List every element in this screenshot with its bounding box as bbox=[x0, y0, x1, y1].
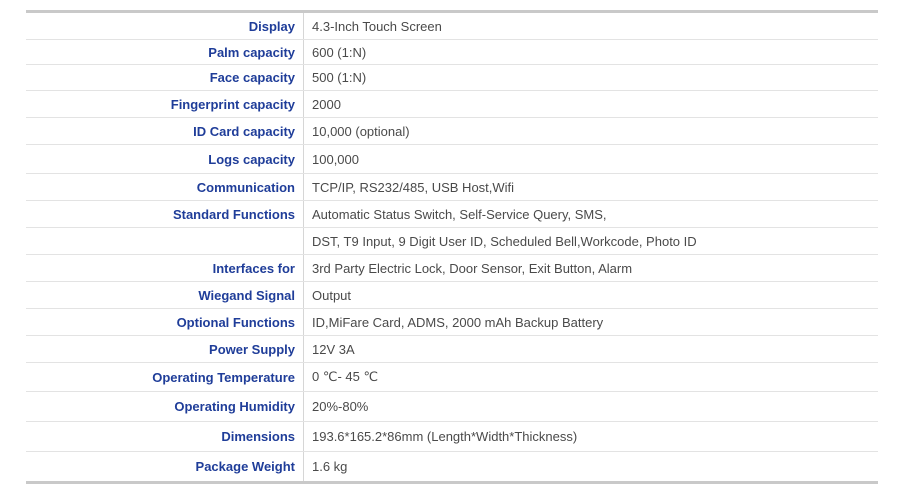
spec-label: Communication bbox=[26, 174, 304, 200]
spec-label: Interfaces for bbox=[26, 255, 304, 281]
spec-row-display: Display 4.3-Inch Touch Screen bbox=[26, 13, 878, 40]
spec-row-power-supply: Power Supply 12V 3A bbox=[26, 336, 878, 363]
spec-label: Standard Functions bbox=[26, 201, 304, 227]
spec-value: 100,000 bbox=[312, 151, 359, 167]
spec-row-wiegand-signal: Wiegand Signal Output bbox=[26, 282, 878, 309]
spec-label: Operating Humidity bbox=[26, 392, 304, 421]
spec-row-standard-functions-continued: DST, T9 Input, 9 Digit User ID, Schedule… bbox=[26, 228, 878, 255]
spec-value: 500 (1:N) bbox=[312, 70, 367, 85]
spec-row-dimensions: Dimensions 193.6*165.2*86mm (Length*Widt… bbox=[26, 422, 878, 452]
spec-label: Display bbox=[26, 13, 304, 39]
spec-row-id-card-capacity: ID Card capacity 10,000 (optional) bbox=[26, 118, 878, 145]
spec-row-fingerprint-capacity: Fingerprint capacity 2000 bbox=[26, 91, 878, 118]
spec-row-interfaces: Interfaces for 3rd Party Electric Lock, … bbox=[26, 255, 878, 282]
spec-value: TCP/IP, RS232/485, USB Host,Wifi bbox=[312, 179, 515, 195]
spec-label: Optional Functions bbox=[26, 309, 304, 335]
spec-row-optional-functions: Optional Functions ID,MiFare Card, ADMS,… bbox=[26, 309, 878, 336]
spec-label: Dimensions bbox=[26, 422, 304, 451]
spec-value: 600 (1:N) bbox=[312, 44, 367, 60]
spec-row-package-weight: Package Weight 1.6 kg bbox=[26, 452, 878, 481]
spec-value: 0 ℃- 45 ℃ bbox=[312, 369, 379, 384]
spec-row-logs-capacity: Logs capacity 100,000 bbox=[26, 145, 878, 174]
spec-row-communication: Communication TCP/IP, RS232/485, USB Hos… bbox=[26, 174, 878, 201]
spec-value: Automatic Status Switch, Self-Service Qu… bbox=[312, 206, 607, 222]
spec-value: 4.3-Inch Touch Screen bbox=[312, 18, 442, 34]
spec-label: Wiegand Signal bbox=[26, 282, 304, 308]
spec-value: 20%-80% bbox=[312, 399, 369, 414]
spec-row-operating-temperature: Operating Temperature 0 ℃- 45 ℃ bbox=[26, 363, 878, 392]
spec-label: Fingerprint capacity bbox=[26, 91, 304, 117]
spec-label: Operating Temperature bbox=[26, 363, 304, 391]
spec-label: Package Weight bbox=[26, 452, 304, 481]
spec-value: 2000 bbox=[312, 96, 341, 112]
spec-value: 12V 3A bbox=[312, 341, 355, 357]
spec-row-operating-humidity: Operating Humidity 20%-80% bbox=[26, 392, 878, 422]
spec-value: ID,MiFare Card, ADMS, 2000 mAh Backup Ba… bbox=[312, 314, 604, 330]
spec-label: ID Card capacity bbox=[26, 118, 304, 144]
spec-table: Display 4.3-Inch Touch Screen Palm capac… bbox=[26, 10, 878, 484]
spec-label: Logs capacity bbox=[26, 145, 304, 173]
spec-row-face-capacity: Face capacity 500 (1:N) bbox=[26, 65, 878, 91]
spec-label bbox=[26, 228, 304, 254]
spec-label: Palm capacity bbox=[26, 40, 304, 64]
spec-value: 1.6 kg bbox=[312, 459, 348, 474]
spec-value: 193.6*165.2*86mm (Length*Width*Thickness… bbox=[312, 429, 578, 444]
spec-value: 3rd Party Electric Lock, Door Sensor, Ex… bbox=[312, 260, 633, 276]
spec-label: Power Supply bbox=[26, 336, 304, 362]
spec-label: Face capacity bbox=[26, 65, 304, 90]
spec-value: 10,000 (optional) bbox=[312, 123, 410, 139]
spec-value: DST, T9 Input, 9 Digit User ID, Schedule… bbox=[312, 233, 697, 249]
spec-row-standard-functions: Standard Functions Automatic Status Swit… bbox=[26, 201, 878, 228]
spec-row-palm-capacity: Palm capacity 600 (1:N) bbox=[26, 40, 878, 65]
spec-value: Output bbox=[312, 287, 352, 303]
